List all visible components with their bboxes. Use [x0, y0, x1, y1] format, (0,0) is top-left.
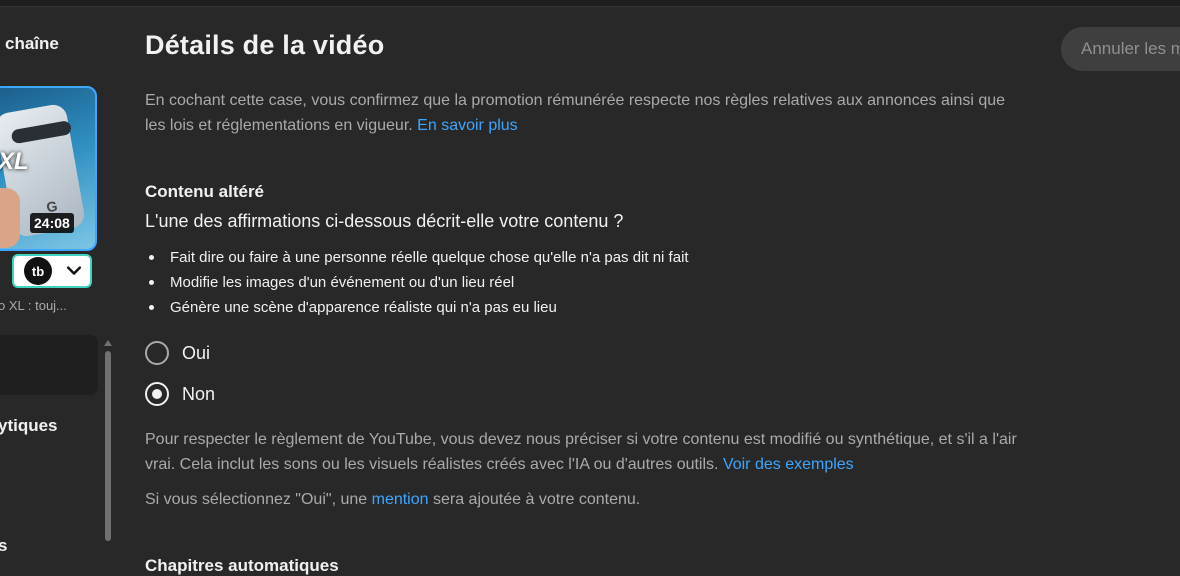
- channel-title: chaîne: [5, 34, 59, 53]
- sidebar-video-title: o XL : touj...: [0, 298, 67, 313]
- altered-content-question: L'une des affirmations ci-dessous décrit…: [145, 211, 624, 231]
- paid-promotion-notice: En cochant cette case, vous confirmez qu…: [145, 92, 1006, 134]
- top-bar: [0, 0, 1180, 7]
- altered-content-policy: Pour respecter le règlement de YouTube, …: [145, 431, 1017, 473]
- list-item: Modifie les images d'un événement ou d'u…: [145, 272, 689, 297]
- page-title: Détails de la vidéo: [145, 30, 385, 60]
- thumbnail-text: XL: [0, 148, 29, 175]
- tubebuddy-logo-icon: tb: [24, 257, 52, 285]
- undo-changes-button[interactable]: Annuler les m: [1061, 27, 1180, 71]
- video-thumbnail[interactable]: G XL 24:08: [0, 86, 97, 251]
- list-item: Génère une scène d'apparence réaliste qu…: [145, 297, 689, 322]
- mention-notice: Si vous sélectionnez "Oui", une mention …: [145, 491, 641, 508]
- radio-button-no[interactable]: [145, 382, 169, 406]
- sidebar-item-comments[interactable]: s: [0, 536, 7, 556]
- tubebuddy-dropdown[interactable]: tb: [12, 254, 92, 288]
- scroll-up-arrow-icon[interactable]: [104, 340, 112, 346]
- radio-button-yes[interactable]: [145, 341, 169, 365]
- sidebar-scrollbar[interactable]: [105, 351, 111, 541]
- radio-option-no[interactable]: Non: [145, 382, 215, 406]
- sidebar-item-details[interactable]: [0, 335, 98, 395]
- automatic-chapters-heading: Chapitres automatiques: [145, 556, 339, 575]
- video-duration: 24:08: [30, 213, 74, 233]
- list-item: Fait dire ou faire à une personne réelle…: [145, 247, 689, 272]
- radio-option-yes[interactable]: Oui: [145, 341, 210, 365]
- chevron-down-icon: [66, 266, 82, 275]
- sidebar-item-analytics[interactable]: ytiques: [0, 416, 58, 436]
- mention-link[interactable]: mention: [372, 491, 429, 508]
- altered-content-heading: Contenu altéré: [145, 182, 265, 201]
- learn-more-link[interactable]: En savoir plus: [417, 117, 518, 134]
- altered-content-criteria: Fait dire ou faire à une personne réelle…: [145, 247, 689, 322]
- see-examples-link[interactable]: Voir des exemples: [723, 456, 854, 473]
- sidebar: chaîne G XL 24:08 tb o XL : touj... ytiq…: [0, 6, 118, 571]
